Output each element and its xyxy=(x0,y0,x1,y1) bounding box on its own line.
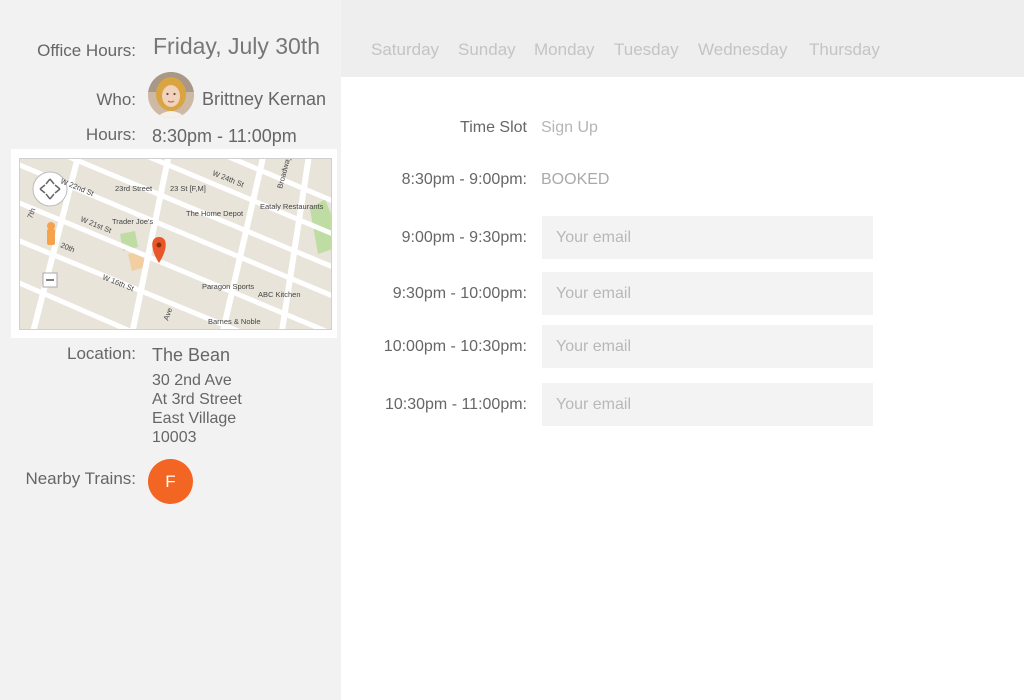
person-photo-icon xyxy=(148,72,194,118)
hours-value: 8:30pm - 11:00pm xyxy=(152,126,297,146)
address-line: 30 2nd Ave xyxy=(152,372,232,389)
booked-status: BOOKED xyxy=(541,171,610,188)
time-slot: 9:30pm - 10:00pm: xyxy=(392,285,527,302)
tab-wednesday[interactable]: Wednesday xyxy=(698,40,787,60)
map-label: Eataly Restaurants xyxy=(260,202,324,211)
tab-saturday[interactable]: Saturday xyxy=(371,40,439,60)
sign-up-header: Sign Up xyxy=(541,119,598,136)
address-line: At 3rd Street xyxy=(152,391,242,408)
map-label: The Home Depot xyxy=(186,209,244,218)
time-slot-header: Time Slot xyxy=(460,119,527,136)
tab-thursday[interactable]: Thursday xyxy=(809,40,880,60)
map-label: 23 St [F,M] xyxy=(170,184,206,193)
zoom-out-icon xyxy=(42,272,58,288)
time-slot: 10:00pm - 10:30pm: xyxy=(383,338,527,355)
street-map: W 22nd St 23rd Street 23 St [F,M] W 24th… xyxy=(20,159,331,329)
map-label: 23rd Street xyxy=(115,184,153,193)
who-label: Who: xyxy=(96,90,136,109)
address-line: 10003 xyxy=(152,429,197,446)
location-name: The Bean xyxy=(152,345,231,365)
avatar[interactable] xyxy=(148,72,194,118)
train-f-badge[interactable]: F xyxy=(148,459,193,504)
host-name: Brittney Kernan xyxy=(202,89,327,109)
time-slot: 8:30pm - 9:00pm: xyxy=(401,171,527,188)
office-hours-label: Office Hours: xyxy=(37,41,136,60)
map-label: Paragon Sports xyxy=(202,282,254,291)
office-info-panel: Office Hours: Friday, July 30th Who: Bri… xyxy=(0,0,341,700)
hours-label: Hours: xyxy=(85,125,136,144)
tab-monday[interactable]: Monday xyxy=(534,40,594,60)
office-date: Friday, July 30th xyxy=(153,33,321,59)
map-label: ABC Kitchen xyxy=(258,290,301,299)
location-label: Location: xyxy=(67,344,136,363)
time-slot: 9:00pm - 9:30pm: xyxy=(401,229,527,246)
map-label: Barnes & Noble xyxy=(208,317,261,326)
email-field[interactable] xyxy=(542,325,873,368)
email-field[interactable] xyxy=(542,216,873,259)
location-map[interactable]: W 22nd St 23rd Street 23 St [F,M] W 24th… xyxy=(19,158,332,330)
map-label: Trader Joe's xyxy=(112,217,153,226)
day-tabs: Saturday Sunday Monday Tuesday Wednesday… xyxy=(341,0,1024,77)
email-field[interactable] xyxy=(542,272,873,315)
tab-sunday[interactable]: Sunday xyxy=(458,40,516,60)
time-slot: 10:30pm - 11:00pm: xyxy=(384,396,527,413)
street-view-icon xyxy=(47,222,55,245)
address-line: East Village xyxy=(152,410,237,427)
nearby-trains-label: Nearby Trains: xyxy=(25,469,136,488)
tab-tuesday[interactable]: Tuesday xyxy=(614,40,679,60)
email-field[interactable] xyxy=(542,383,873,426)
